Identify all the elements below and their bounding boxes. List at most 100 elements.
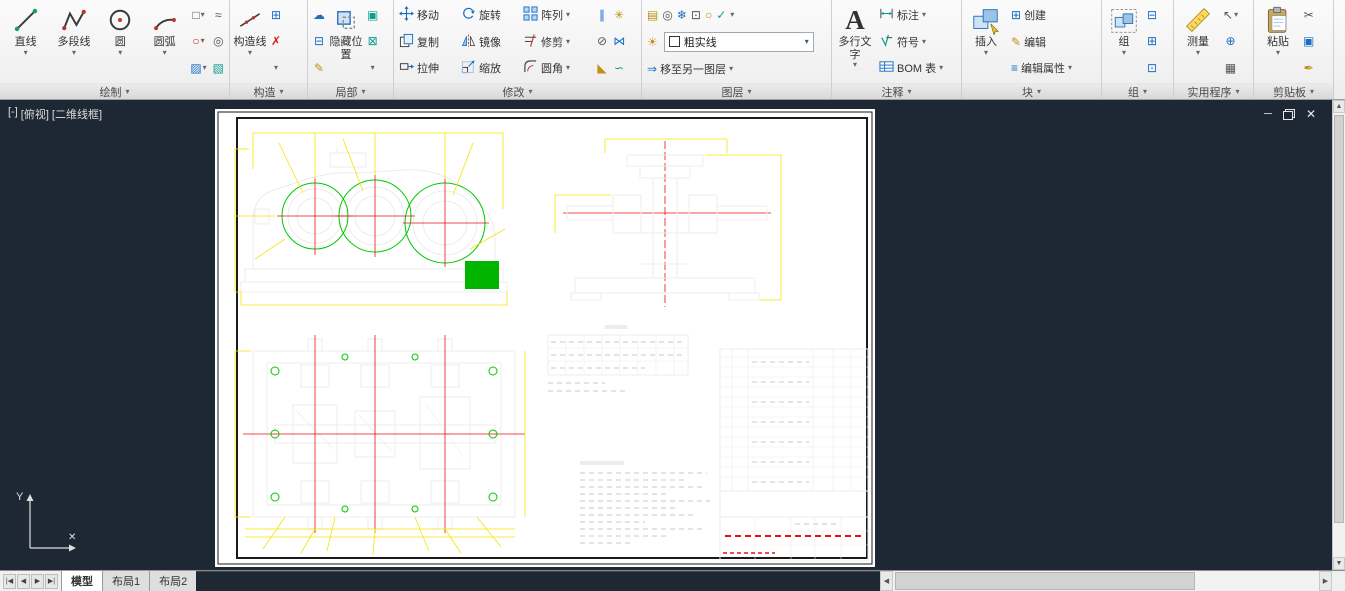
- layer-freeze-button[interactable]: ❄: [675, 2, 689, 27]
- hatch-button[interactable]: ▨▾: [188, 55, 208, 80]
- measure-button[interactable]: 测量 ▾: [1177, 2, 1219, 81]
- scroll-up-button[interactable]: ▲: [1333, 100, 1345, 113]
- panel-title-construct[interactable]: 构造▾: [230, 83, 307, 99]
- layer-lock-button[interactable]: ⊡: [689, 2, 703, 27]
- wipeout-button[interactable]: ⊟: [311, 29, 327, 54]
- rectangle-button[interactable]: □▾: [188, 3, 208, 28]
- layer-match-button[interactable]: ✓: [714, 2, 728, 27]
- vertical-scroll-track[interactable]: [1333, 113, 1345, 557]
- explode-button[interactable]: ✳: [611, 3, 627, 28]
- array-button[interactable]: 阵列▾: [521, 2, 589, 28]
- sketch-button[interactable]: ✎: [311, 55, 327, 80]
- join-button[interactable]: ⋈: [611, 29, 627, 54]
- gradient-button[interactable]: ▧: [211, 55, 226, 80]
- ellipse-button[interactable]: ○▾: [188, 29, 208, 54]
- horizontal-scroll-thumb[interactable]: [895, 572, 1195, 590]
- panel-title-block[interactable]: 块▾: [962, 83, 1101, 99]
- panel-title-draw[interactable]: 绘制▾: [0, 83, 229, 99]
- scroll-right-button[interactable]: ▶: [1319, 571, 1332, 591]
- dimension-button[interactable]: 标注▾: [877, 2, 957, 28]
- viewport-view-name[interactable]: [俯视]: [21, 106, 49, 122]
- arc-button[interactable]: 圆弧 ▾: [143, 2, 186, 81]
- revcloud-button[interactable]: ☁: [311, 3, 327, 28]
- horizontal-scrollbar[interactable]: ◀ ▶: [880, 571, 1332, 591]
- polyline-button[interactable]: 多段线 ▾: [50, 2, 97, 81]
- spline-button[interactable]: ≈: [211, 3, 226, 28]
- calculator-button[interactable]: ▦: [1221, 55, 1240, 80]
- scale-button[interactable]: 缩放: [459, 55, 521, 81]
- vertical-scrollbar[interactable]: ▲ ▼: [1332, 100, 1345, 570]
- close-icon[interactable]: ✕: [1306, 108, 1316, 120]
- next-tab-button[interactable]: ▶: [31, 574, 44, 589]
- fillet-button[interactable]: 圆角▾: [521, 55, 589, 81]
- blend-button[interactable]: ∽: [611, 55, 627, 80]
- line-button[interactable]: 直线 ▾: [3, 2, 48, 81]
- scroll-down-button[interactable]: ▼: [1333, 557, 1345, 570]
- edit-block-button[interactable]: ✎编辑: [1009, 29, 1097, 55]
- layer-select-combo[interactable]: 粗实线 ▾: [664, 32, 814, 52]
- stretch-button[interactable]: 拉伸: [397, 55, 459, 81]
- vertical-scroll-thumb[interactable]: [1334, 115, 1344, 523]
- panel-title-annotate[interactable]: 注释▾: [832, 83, 961, 99]
- break-button[interactable]: ⊘: [595, 29, 609, 54]
- scroll-left-button[interactable]: ◀: [880, 571, 893, 591]
- tab-layout2[interactable]: 布局2: [149, 570, 197, 591]
- drawing-canvas[interactable]: [-] [俯视] [二维线框] ─ ✕: [0, 100, 1332, 570]
- last-tab-button[interactable]: ▶|: [45, 574, 58, 589]
- viewport-visual-style[interactable]: [二维线框]: [52, 106, 102, 122]
- edit-attributes-button[interactable]: ≡编辑属性▾: [1009, 55, 1097, 81]
- mask-button[interactable]: ▣: [365, 3, 380, 28]
- offset-button[interactable]: ∥: [595, 3, 609, 28]
- region-button[interactable]: ⊞: [269, 3, 283, 28]
- erase-button[interactable]: ✗: [269, 29, 283, 54]
- minimize-icon[interactable]: ─: [1264, 109, 1272, 120]
- cut-button[interactable]: ✂: [1301, 3, 1316, 28]
- id-point-button[interactable]: ⊕: [1221, 29, 1240, 54]
- panel-title-utilities[interactable]: 实用程序▾: [1174, 83, 1253, 99]
- partial-more-button[interactable]: ▾: [365, 55, 380, 80]
- tab-layout1[interactable]: 布局1: [102, 570, 150, 591]
- panel-title-clipboard[interactable]: 剪贴板▾: [1254, 83, 1333, 99]
- quick-select-button[interactable]: ↖▾: [1221, 3, 1240, 28]
- tab-model[interactable]: 模型: [61, 570, 103, 591]
- group-selection-button[interactable]: ⊡: [1145, 55, 1159, 80]
- donut-button[interactable]: ◎: [211, 29, 226, 54]
- chamfer-button[interactable]: ◣: [595, 55, 609, 80]
- construct-more-button[interactable]: ▾: [269, 55, 283, 80]
- symbol-button[interactable]: 符号▾: [877, 29, 957, 55]
- circle-button[interactable]: 圆 ▾: [100, 2, 141, 81]
- viewport-control[interactable]: [-]: [8, 106, 18, 122]
- insert-block-button[interactable]: 插入 ▾: [965, 2, 1007, 81]
- layer-more-button[interactable]: ▾: [728, 2, 736, 27]
- first-tab-button[interactable]: |◀: [3, 574, 16, 589]
- clip-button[interactable]: ⊠: [365, 29, 380, 54]
- construction-line-button[interactable]: 构造线 ▾: [233, 2, 267, 81]
- hide-position-button[interactable]: 隐藏位置: [329, 2, 363, 81]
- group-button[interactable]: 组 ▾: [1105, 2, 1143, 81]
- copy-clip-button[interactable]: ▣: [1301, 29, 1316, 54]
- mtext-button[interactable]: A 多行文字 ▾: [835, 2, 875, 81]
- panel-title-group[interactable]: 组▾: [1102, 83, 1173, 99]
- move-button[interactable]: 移动: [397, 2, 459, 28]
- previous-tab-button[interactable]: ◀: [17, 574, 30, 589]
- rotate-button[interactable]: 旋转: [459, 2, 521, 28]
- match-properties-button[interactable]: ✒: [1301, 55, 1316, 80]
- copy-button[interactable]: 复制: [397, 29, 459, 55]
- layer-off-button[interactable]: ○: [703, 2, 714, 27]
- trim-button[interactable]: 修剪▾: [521, 29, 589, 55]
- layer-properties-button[interactable]: ▤: [645, 2, 660, 27]
- create-block-button[interactable]: ⊞创建: [1009, 2, 1097, 28]
- layer-bulb-button[interactable]: ☀: [645, 29, 660, 54]
- panel-title-modify[interactable]: 修改▾: [394, 83, 641, 99]
- mirror-button[interactable]: 镜像: [459, 29, 521, 55]
- horizontal-scroll-track[interactable]: [893, 571, 1319, 591]
- group-edit-button[interactable]: ⊞: [1145, 29, 1159, 54]
- restore-icon[interactable]: [1283, 109, 1295, 120]
- panel-title-partial[interactable]: 局部▾: [308, 83, 393, 99]
- panel-title-layer[interactable]: 图层▾: [642, 83, 831, 99]
- ungroup-button[interactable]: ⊟: [1145, 3, 1159, 28]
- paste-button[interactable]: 粘贴 ▾: [1257, 2, 1299, 81]
- layer-isolate-button[interactable]: ◎: [660, 2, 674, 27]
- move-to-layer-button[interactable]: ⇒ 移至另一图层 ▾: [645, 56, 735, 82]
- bom-table-button[interactable]: BOM 表▾: [877, 55, 957, 81]
